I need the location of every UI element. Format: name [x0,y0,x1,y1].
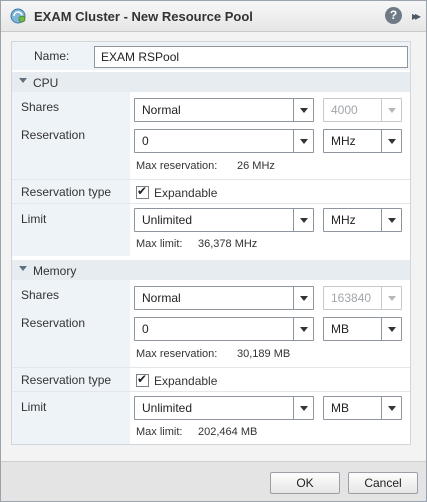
chevron-down-icon [300,296,308,301]
memory-max-reservation-value: 30,189 MB [237,348,291,360]
dialog-footer: OK Cancel [1,461,426,501]
cpu-reservation-type-row: Reservation type ✔ Expandable [12,180,410,204]
cpu-expandable-label: Expandable [154,186,218,200]
memory-shares-row: Shares Normal 163840 [12,280,410,310]
chevron-down-icon [388,218,396,223]
chevron-down-icon [300,327,308,332]
cpu-reservation-label: Reservation [21,128,86,142]
memory-reservation-type-label: Reservation type [21,373,112,387]
cpu-limit-label: Limit [21,212,47,226]
form-panel: Name: EXAM RSPool CPU Shares Normal 4000… [11,41,411,445]
memory-limit-unit: MB [331,401,349,415]
cpu-max-reservation-label: Max reservation: [136,160,218,172]
cpu-reservation-unit: MHz [331,134,356,148]
memory-max-reservation-label: Max reservation: [136,348,218,360]
collapse-triangle-icon [19,266,27,271]
memory-reservation-unit-select[interactable]: MB [323,317,402,341]
memory-section-title: Memory [33,264,77,278]
cpu-reservation-unit-select[interactable]: MHz [323,129,402,153]
cancel-button[interactable]: Cancel [348,472,418,494]
cpu-reservation-type-label: Reservation type [21,185,112,199]
cpu-shares-value: Normal [142,103,181,117]
memory-limit-unit-select[interactable]: MB [323,396,402,420]
memory-max-limit-value: 202,464 MB [198,426,258,438]
cpu-shares-row: Shares Normal 4000 [12,92,410,122]
memory-reservation-combo[interactable]: 0 [134,317,314,341]
resource-pool-icon [10,8,26,24]
cpu-max-limit-label: Max limit: [136,238,183,250]
chevron-down-icon [388,406,396,411]
cpu-shares-count-select: 4000 [323,98,402,122]
chevron-down-icon [388,327,396,332]
cpu-max-reservation-value: 26 MHz [237,160,275,172]
cpu-reservation-value: 0 [142,134,149,148]
memory-reservation-value: 0 [142,322,149,336]
new-resource-pool-dialog: EXAM Cluster - New Resource Pool ? ▸▸ Na… [0,0,427,502]
name-row: Name: EXAM RSPool [12,42,410,70]
cpu-section-header[interactable]: CPU [12,72,410,92]
memory-max-limit-label: Max limit: [136,426,183,438]
memory-reservation-row: Reservation 0 MB Max reservation: 30,189… [12,308,410,368]
chevron-down-icon [300,406,308,411]
chevron-down-icon [388,139,396,144]
name-label: Name: [34,49,70,63]
cpu-shares-count: 4000 [331,103,358,117]
chevron-down-icon [388,108,396,113]
title-bar[interactable]: EXAM Cluster - New Resource Pool ? ▸▸ [1,1,426,32]
cpu-limit-combo[interactable]: Unlimited [134,208,314,232]
memory-shares-select[interactable]: Normal [134,286,314,310]
cpu-section-title: CPU [33,76,59,90]
cpu-max-limit-value: 36,378 MHz [198,238,258,250]
memory-shares-label: Shares [21,288,60,302]
chevron-down-icon [300,218,308,223]
memory-shares-value: Normal [142,291,181,305]
cpu-limit-row: Limit Unlimited MHz Max limit: 36,378 MH… [12,204,410,256]
cpu-limit-unit-select[interactable]: MHz [323,208,402,232]
memory-shares-count-select: 163840 [323,286,402,310]
chevron-down-icon [300,139,308,144]
memory-reservation-label: Reservation [21,316,86,330]
checkmark-icon: ✔ [137,184,148,198]
memory-limit-value: Unlimited [142,401,193,415]
collapse-triangle-icon [19,78,27,83]
name-input[interactable]: EXAM RSPool [94,46,408,68]
dialog-title: EXAM Cluster - New Resource Pool [34,9,253,24]
cpu-limit-value: Unlimited [142,213,193,227]
checkmark-icon: ✔ [137,372,148,386]
memory-reservation-type-row: Reservation type ✔ Expandable [12,368,410,392]
cpu-shares-label: Shares [21,100,60,114]
help-icon[interactable]: ? [385,7,402,24]
memory-limit-combo[interactable]: Unlimited [134,396,314,420]
memory-expandable-label: Expandable [154,374,218,388]
chevron-down-icon [300,108,308,113]
memory-limit-label: Limit [21,400,47,414]
memory-section-header[interactable]: Memory [12,260,410,280]
cpu-shares-select[interactable]: Normal [134,98,314,122]
cpu-limit-unit: MHz [331,213,356,227]
memory-limit-row: Limit Unlimited MB Max limit: 202,464 MB [12,392,410,444]
expand-icon[interactable]: ▸▸ [407,7,423,25]
memory-shares-count: 163840 [331,291,372,305]
ok-button[interactable]: OK [270,472,340,494]
cpu-reservation-row: Reservation 0 MHz Max reservation: 26 MH… [12,120,410,180]
memory-reservation-unit: MB [331,322,349,336]
cpu-reservation-combo[interactable]: 0 [134,129,314,153]
memory-expandable-checkbox[interactable]: ✔ [136,372,149,387]
chevron-down-icon [388,296,396,301]
cpu-expandable-checkbox[interactable]: ✔ [136,184,149,199]
